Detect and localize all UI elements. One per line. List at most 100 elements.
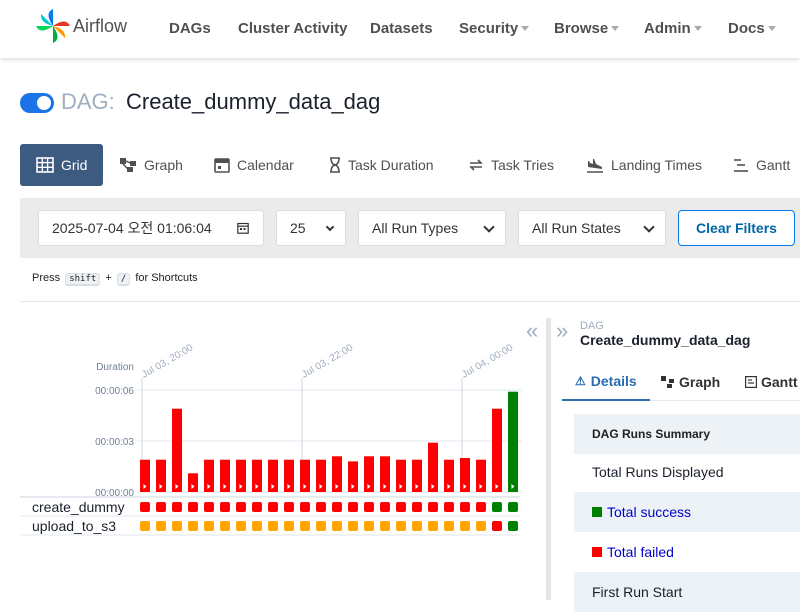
nav-admin[interactable]: Admin — [644, 20, 702, 37]
divider — [20, 301, 800, 302]
warning-icon: ⚠ — [575, 373, 586, 388]
task-instance-square[interactable] — [156, 521, 166, 531]
plane-icon — [587, 159, 603, 173]
nav-cluster-activity[interactable]: Cluster Activity — [238, 20, 347, 37]
date-marker-label: Jul 03, 20:00 — [140, 342, 195, 380]
tab-grid[interactable]: Grid — [20, 144, 104, 186]
task-instance-square[interactable] — [284, 502, 294, 512]
tab-details[interactable]: ⚠ Details — [562, 362, 650, 401]
tab-details-gantt[interactable]: Gantt — [732, 362, 800, 401]
task-instance-square[interactable] — [300, 502, 310, 512]
task-instance-square[interactable] — [140, 521, 150, 531]
tab-calendar[interactable]: Calendar — [198, 144, 310, 186]
task-instance-square[interactable] — [348, 521, 358, 531]
dag-run-bar[interactable] — [508, 391, 518, 492]
task-instance-square[interactable] — [364, 521, 374, 531]
task-instance-square[interactable] — [476, 502, 486, 512]
task-instance-square[interactable] — [476, 521, 486, 531]
task-instance-square[interactable] — [268, 521, 278, 531]
nav-dags[interactable]: DAGs — [169, 20, 211, 37]
task-instance-square[interactable] — [380, 521, 390, 531]
task-instance-square[interactable] — [140, 502, 150, 512]
task-instance-square[interactable] — [508, 521, 518, 531]
task-instance-square[interactable] — [396, 521, 406, 531]
task-instance-square[interactable] — [220, 521, 230, 531]
dag-run-bar[interactable] — [492, 408, 502, 492]
hourglass-icon — [330, 157, 340, 173]
success-square-icon — [592, 507, 602, 517]
task-instance-square[interactable] — [508, 502, 518, 512]
task-instance-square[interactable] — [444, 502, 454, 512]
task-instance-square[interactable] — [316, 502, 326, 512]
dag-run-bar[interactable] — [428, 442, 438, 492]
run-type-select[interactable]: All Run Types — [358, 210, 506, 246]
dag-pause-toggle[interactable] — [20, 93, 54, 113]
task-instance-square[interactable] — [188, 521, 198, 531]
tab-details-graph[interactable]: Graph — [648, 362, 733, 401]
tab-graph[interactable]: Graph — [103, 144, 199, 186]
dag-run-bar[interactable] — [188, 473, 198, 492]
grid-icon — [36, 157, 54, 173]
task-instance-square[interactable] — [204, 502, 214, 512]
task-instance-square[interactable] — [428, 521, 438, 531]
task-instance-square[interactable] — [364, 502, 374, 512]
tab-landing-times[interactable]: Landing Times — [570, 144, 718, 186]
num-runs-select[interactable]: 25 — [276, 210, 346, 246]
chevron-down-icon — [767, 26, 776, 31]
task-instance-square[interactable] — [492, 502, 502, 512]
task-instance-square[interactable] — [236, 521, 246, 531]
task-instance-square[interactable] — [204, 521, 214, 531]
task-instance-square[interactable] — [252, 502, 262, 512]
panel-resize-handle[interactable] — [546, 318, 551, 600]
task-instance-square[interactable] — [220, 502, 230, 512]
total-success-row[interactable]: Total success — [574, 492, 800, 532]
total-failed-row[interactable]: Total failed — [574, 532, 800, 572]
dag-runs-grid: Duration 00:00:06 00:00:03 00:00:00 Jul 03, … — [20, 320, 545, 600]
nav-docs[interactable]: Docs — [728, 20, 776, 37]
chevron-down-icon — [521, 26, 530, 31]
task-instance-square[interactable] — [156, 502, 166, 512]
task-instance-square[interactable] — [396, 502, 406, 512]
first-run-start-row: First Run Start — [574, 572, 800, 612]
task-instance-square[interactable] — [316, 521, 326, 531]
task-instance-square[interactable] — [268, 502, 278, 512]
chevron-down-icon — [611, 26, 620, 31]
task-instance-square[interactable] — [380, 502, 390, 512]
task-instance-square[interactable] — [332, 521, 342, 531]
tab-task-duration[interactable]: Task Duration — [313, 144, 450, 186]
task-name-label[interactable]: upload_to_s3 — [32, 518, 116, 534]
task-instance-square[interactable] — [444, 521, 454, 531]
task-instance-square[interactable] — [492, 521, 502, 531]
clear-filters-button[interactable]: Clear Filters — [678, 210, 795, 246]
tab-gantt[interactable]: Gantt — [717, 144, 800, 186]
task-instance-square[interactable] — [412, 521, 422, 531]
task-instance-square[interactable] — [300, 521, 310, 531]
calendar-icon[interactable] — [237, 222, 249, 234]
dag-run-bar[interactable] — [172, 408, 182, 492]
task-instance-square[interactable] — [284, 521, 294, 531]
task-instance-square[interactable] — [172, 502, 182, 512]
task-instance-square[interactable] — [428, 502, 438, 512]
details-dag-name[interactable]: Create_dummy_data_dag — [580, 332, 750, 348]
nav-security[interactable]: Security — [459, 20, 530, 37]
task-instance-square[interactable] — [236, 502, 246, 512]
task-instance-square[interactable] — [172, 521, 182, 531]
task-instance-square[interactable] — [348, 502, 358, 512]
task-instance-square[interactable] — [332, 502, 342, 512]
nav-browse[interactable]: Browse — [554, 20, 620, 37]
tab-task-tries[interactable]: Task Tries — [452, 144, 570, 186]
chevron-down-icon — [483, 221, 495, 233]
task-instance-square[interactable] — [252, 521, 262, 531]
task-instance-square[interactable] — [412, 502, 422, 512]
task-instance-square[interactable] — [460, 502, 470, 512]
airflow-logo-icon[interactable] — [34, 7, 72, 45]
duration-tick-label: 00:00:03 — [95, 437, 134, 448]
brand-name[interactable]: Airflow — [73, 16, 127, 37]
collapse-icon[interactable]: « — [526, 318, 538, 344]
task-name-label[interactable]: create_dummy — [32, 499, 125, 515]
task-instance-square[interactable] — [460, 521, 470, 531]
nav-datasets[interactable]: Datasets — [370, 20, 433, 37]
task-instance-square[interactable] — [188, 502, 198, 512]
run-state-select[interactable]: All Run States — [518, 210, 666, 246]
base-date-input[interactable]: 2025-07-04 오전 01:06:04 — [38, 210, 264, 246]
